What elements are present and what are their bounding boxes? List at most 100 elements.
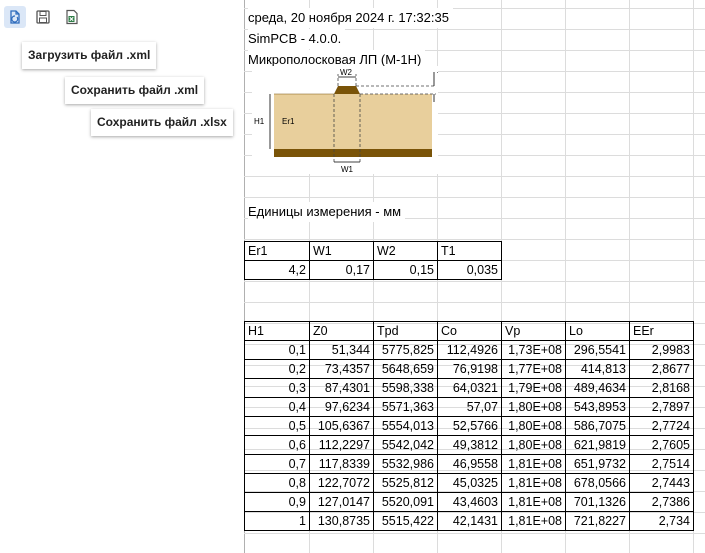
table-cell: 1 bbox=[244, 511, 310, 531]
table-cell: 2,7386 bbox=[629, 492, 694, 512]
table-cell: 2,7443 bbox=[629, 473, 694, 493]
table-cell: 122,7072 bbox=[309, 473, 374, 493]
table-cell: 73,4357 bbox=[309, 359, 374, 379]
table-cell: 1,73E+08 bbox=[501, 340, 566, 360]
table-row: 0,9 127,0147 5520,091 43,4603 1,81E+08 701,13… bbox=[244, 492, 694, 512]
table-cell: 1,80E+08 bbox=[501, 397, 566, 417]
table-cell: 0,7 bbox=[244, 454, 310, 474]
table-cell: 112,4926 bbox=[437, 340, 502, 360]
file-open-icon bbox=[10, 10, 20, 24]
result-header: EEr bbox=[629, 321, 694, 341]
table-cell: 0,8 bbox=[244, 473, 310, 493]
param-header: W2 bbox=[373, 241, 438, 261]
table-cell: 1,81E+08 bbox=[501, 511, 566, 531]
param-value: 4,2 bbox=[244, 260, 310, 280]
table-cell: 701,1326 bbox=[565, 492, 630, 512]
table-cell: 5542,042 bbox=[373, 435, 438, 455]
table-cell: 5532,986 bbox=[373, 454, 438, 474]
table-row: 1 130,8735 5515,422 42,1431 1,81E+08 721,8227… bbox=[244, 511, 694, 531]
table-cell: 46,9558 bbox=[437, 454, 502, 474]
table-cell: 2,7897 bbox=[629, 397, 694, 417]
table-row: 0,5 105,6367 5554,013 52,5766 1,80E+08 586,70… bbox=[244, 416, 694, 436]
table-cell: 1,79E+08 bbox=[501, 378, 566, 398]
table-cell: 2,9983 bbox=[629, 340, 694, 360]
result-header: Tpd bbox=[373, 321, 438, 341]
microstrip-diagram: W2 W1 T1 H1 Er1 bbox=[252, 66, 438, 174]
table-cell: 1,81E+08 bbox=[501, 473, 566, 493]
h1-label: H1 bbox=[254, 117, 265, 126]
table-cell: 0,3 bbox=[244, 378, 310, 398]
table-cell: 0,9 bbox=[244, 492, 310, 512]
table-cell: 0,2 bbox=[244, 359, 310, 379]
table-cell: 0,4 bbox=[244, 397, 310, 417]
params-table: Er1 W1 W2 T1 4,2 0,17 0,15 0,035 bbox=[244, 241, 502, 280]
save-xml-button[interactable] bbox=[32, 6, 54, 28]
table-cell: 1,80E+08 bbox=[501, 416, 566, 436]
table-cell: 87,4301 bbox=[309, 378, 374, 398]
table-row: 0,8 122,7072 5525,812 45,0325 1,81E+08 678,05… bbox=[244, 473, 694, 493]
table-row: 0,2 73,4357 5648,659 76,9198 1,77E+08 414,813… bbox=[244, 359, 694, 379]
ground-plane bbox=[274, 149, 432, 157]
param-header: W1 bbox=[309, 241, 374, 261]
save-disk-icon bbox=[36, 10, 50, 24]
result-header: Z0 bbox=[309, 321, 374, 341]
table-cell: 489,4634 bbox=[565, 378, 630, 398]
table-cell: 64,0321 bbox=[437, 378, 502, 398]
param-header: T1 bbox=[437, 241, 502, 261]
table-cell: 2,7605 bbox=[629, 435, 694, 455]
table-cell: 43,4603 bbox=[437, 492, 502, 512]
table-row: 0,4 97,6234 5571,363 57,07 1,80E+08 543,8953 2… bbox=[244, 397, 694, 417]
table-cell: 651,9732 bbox=[565, 454, 630, 474]
table-cell: 0,6 bbox=[244, 435, 310, 455]
table-cell: 130,8735 bbox=[309, 511, 374, 531]
table-cell: 5515,422 bbox=[373, 511, 438, 531]
table-cell: 112,2297 bbox=[309, 435, 374, 455]
save-xlsx-tooltip: Сохранить файл .xlsx bbox=[91, 109, 233, 136]
table-row: 0,1 51,344 5775,825 112,4926 1,73E+08 296,554… bbox=[244, 340, 694, 360]
w2-label: W2 bbox=[340, 68, 353, 77]
table-cell: 1,80E+08 bbox=[501, 435, 566, 455]
w1-label: W1 bbox=[341, 165, 354, 174]
table-cell: 5598,338 bbox=[373, 378, 438, 398]
table-cell: 0,1 bbox=[244, 340, 310, 360]
load-file-button[interactable] bbox=[4, 6, 26, 28]
save-xlsx-button[interactable] bbox=[61, 6, 83, 28]
table-cell: 2,7724 bbox=[629, 416, 694, 436]
table-cell: 5520,091 bbox=[373, 492, 438, 512]
table-cell: 5775,825 bbox=[373, 340, 438, 360]
table-cell: 1,77E+08 bbox=[501, 359, 566, 379]
table-cell: 52,5766 bbox=[437, 416, 502, 436]
result-header: Co bbox=[437, 321, 502, 341]
results-table: H1 Z0 Tpd Co Vp Lo EEr 0,1 51,344 5775,825… bbox=[244, 321, 694, 531]
table-cell: 97,6234 bbox=[309, 397, 374, 417]
params-header-row: Er1 W1 W2 T1 bbox=[244, 241, 502, 261]
table-cell: 2,7514 bbox=[629, 454, 694, 474]
save-xml-tooltip: Сохранить файл .xml bbox=[65, 77, 205, 104]
table-cell: 721,8227 bbox=[565, 511, 630, 531]
result-header: H1 bbox=[244, 321, 310, 341]
load-file-tooltip: Загрузить файл .xml bbox=[22, 42, 157, 69]
table-cell: 2,734 bbox=[629, 511, 694, 531]
table-cell: 1,81E+08 bbox=[501, 454, 566, 474]
table-cell: 127,0147 bbox=[309, 492, 374, 512]
table-cell: 117,8339 bbox=[309, 454, 374, 474]
table-cell: 0,5 bbox=[244, 416, 310, 436]
table-cell: 5571,363 bbox=[373, 397, 438, 417]
signal-trace bbox=[334, 86, 360, 94]
table-cell: 5525,812 bbox=[373, 473, 438, 493]
table-cell: 2,8677 bbox=[629, 359, 694, 379]
result-header: Lo bbox=[565, 321, 630, 341]
params-value-row: 4,2 0,17 0,15 0,035 bbox=[244, 260, 502, 280]
table-cell: 76,9198 bbox=[437, 359, 502, 379]
table-cell: 543,8953 bbox=[565, 397, 630, 417]
param-value: 0,17 bbox=[309, 260, 374, 280]
excel-file-icon bbox=[66, 9, 78, 25]
dielectric-layer bbox=[274, 94, 432, 149]
table-cell: 296,5541 bbox=[565, 340, 630, 360]
param-value: 0,15 bbox=[373, 260, 438, 280]
table-cell: 5648,659 bbox=[373, 359, 438, 379]
table-cell: 57,07 bbox=[437, 397, 502, 417]
table-row: 0,7 117,8339 5532,986 46,9558 1,81E+08 651,97… bbox=[244, 454, 694, 474]
table-row: 0,6 112,2297 5542,042 49,3812 1,80E+08 621,98… bbox=[244, 435, 694, 455]
er1-label: Er1 bbox=[282, 117, 295, 126]
